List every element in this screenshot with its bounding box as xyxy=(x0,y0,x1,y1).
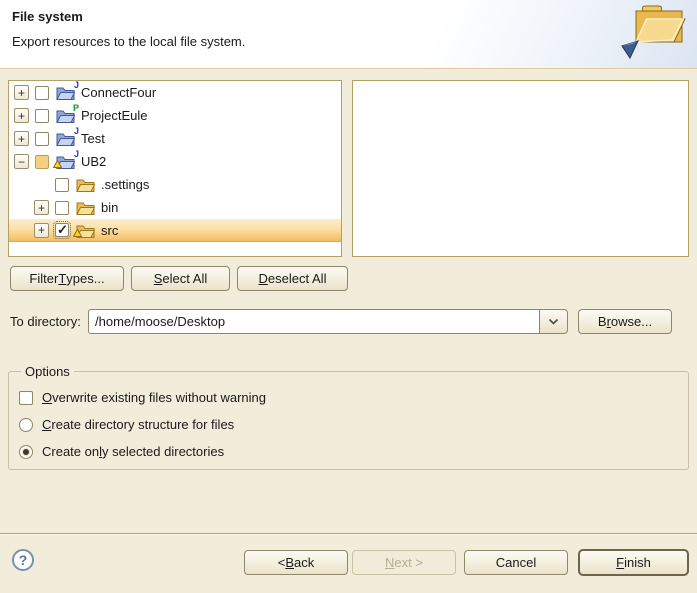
checkbox-test[interactable] xyxy=(35,132,49,146)
options-legend: Options xyxy=(21,364,74,379)
java-decorator-icon: J xyxy=(74,80,79,90)
resource-tree: + J ConnectFour + P ProjectEule + J xyxy=(8,80,342,257)
folder-warning-icon xyxy=(76,223,95,238)
button-label: < xyxy=(278,555,286,570)
option-label: Overwrite existing files without warning xyxy=(42,390,266,405)
help-button[interactable]: ? xyxy=(12,549,34,571)
checkbox-ub2[interactable] xyxy=(35,155,49,169)
option-overwrite[interactable]: Overwrite existing files without warning xyxy=(19,389,678,406)
next-button: Next > xyxy=(352,550,456,575)
option-label: Create directory structure for files xyxy=(42,417,234,432)
tree-row-test[interactable]: + J Test xyxy=(9,127,341,150)
button-label: B xyxy=(598,314,607,329)
tree-row-projecteule[interactable]: + P ProjectEule xyxy=(9,104,341,127)
expand-icon[interactable]: + xyxy=(34,200,49,215)
create-structure-radio[interactable] xyxy=(19,418,33,432)
expand-icon[interactable]: + xyxy=(34,223,49,238)
export-file-system-dialog: File system Export resources to the loca… xyxy=(0,0,697,593)
tree-item-label: ConnectFour xyxy=(81,85,156,100)
tree-row-ub2[interactable]: − J UB2 xyxy=(9,150,341,173)
java-project-folder-icon: J xyxy=(56,131,75,146)
option-create-structure[interactable]: Create directory structure for files xyxy=(19,416,678,433)
folder-icon xyxy=(76,177,95,192)
tree-row-src[interactable]: + src xyxy=(9,219,341,242)
tree-item-label: Test xyxy=(81,131,105,146)
cancel-button[interactable]: Cancel xyxy=(464,550,568,575)
expand-icon[interactable]: + xyxy=(14,108,29,123)
button-label: Filter xyxy=(29,271,58,286)
combo-dropdown-button[interactable] xyxy=(539,309,568,334)
export-folder-icon xyxy=(615,2,691,67)
tree-item-label: ProjectEule xyxy=(81,108,147,123)
tree-row-connectfour[interactable]: + J ConnectFour xyxy=(9,81,341,104)
checkbox-bin[interactable] xyxy=(55,201,69,215)
tree-item-label: .settings xyxy=(101,177,149,192)
deselect-all-button[interactable]: Deselect All xyxy=(237,266,348,291)
tree-item-label: UB2 xyxy=(81,154,106,169)
tree-item-label: bin xyxy=(101,200,118,215)
java-decorator-icon: J xyxy=(74,126,79,136)
directory-combobox xyxy=(88,309,568,334)
warning-decorator-icon xyxy=(73,225,82,240)
dialog-header: File system Export resources to the loca… xyxy=(0,0,697,69)
option-label: Create only selected directories xyxy=(42,444,224,459)
chevron-down-icon xyxy=(548,318,559,325)
checkbox-src[interactable] xyxy=(55,223,69,237)
checkbox-connectfour[interactable] xyxy=(35,86,49,100)
expand-icon[interactable]: + xyxy=(14,85,29,100)
finish-button[interactable]: Finish xyxy=(578,549,689,576)
button-label: Cancel xyxy=(496,555,536,570)
checkbox-settings[interactable] xyxy=(55,178,69,192)
options-group: Options Overwrite existing files without… xyxy=(8,364,689,470)
question-mark-icon: ? xyxy=(19,552,28,568)
directory-input[interactable] xyxy=(88,309,539,334)
select-all-button[interactable]: Select All xyxy=(131,266,230,291)
warning-decorator-icon xyxy=(53,156,62,171)
filter-types-button[interactable]: Filter Types... xyxy=(10,266,124,291)
page-title: File system xyxy=(12,9,83,24)
page-subtitle: Export resources to the local file syste… xyxy=(12,34,245,49)
project-decorator-icon: P xyxy=(73,103,79,113)
create-selected-radio[interactable] xyxy=(19,445,33,459)
plugin-project-folder-icon: P xyxy=(56,108,75,123)
checkbox-projecteule[interactable] xyxy=(35,109,49,123)
java-project-folder-icon: J xyxy=(56,85,75,100)
folder-icon xyxy=(76,200,95,215)
browse-button[interactable]: Browse... xyxy=(578,309,672,334)
option-create-selected[interactable]: Create only selected directories xyxy=(19,443,678,460)
tree-row-bin[interactable]: + bin xyxy=(9,196,341,219)
tree-row-settings[interactable]: .settings xyxy=(9,173,341,196)
dialog-button-bar: ? < Back Next > Cancel Finish xyxy=(0,533,697,593)
tree-item-label: src xyxy=(101,223,118,238)
expand-icon[interactable]: + xyxy=(14,131,29,146)
java-project-folder-warning-icon: J xyxy=(56,154,75,169)
java-decorator-icon: J xyxy=(74,149,79,159)
file-list-panel[interactable] xyxy=(352,80,689,257)
back-button[interactable]: < Back xyxy=(244,550,348,575)
collapse-icon[interactable]: − xyxy=(14,154,29,169)
to-directory-label: To directory: xyxy=(10,314,81,329)
overwrite-checkbox[interactable] xyxy=(19,391,33,405)
